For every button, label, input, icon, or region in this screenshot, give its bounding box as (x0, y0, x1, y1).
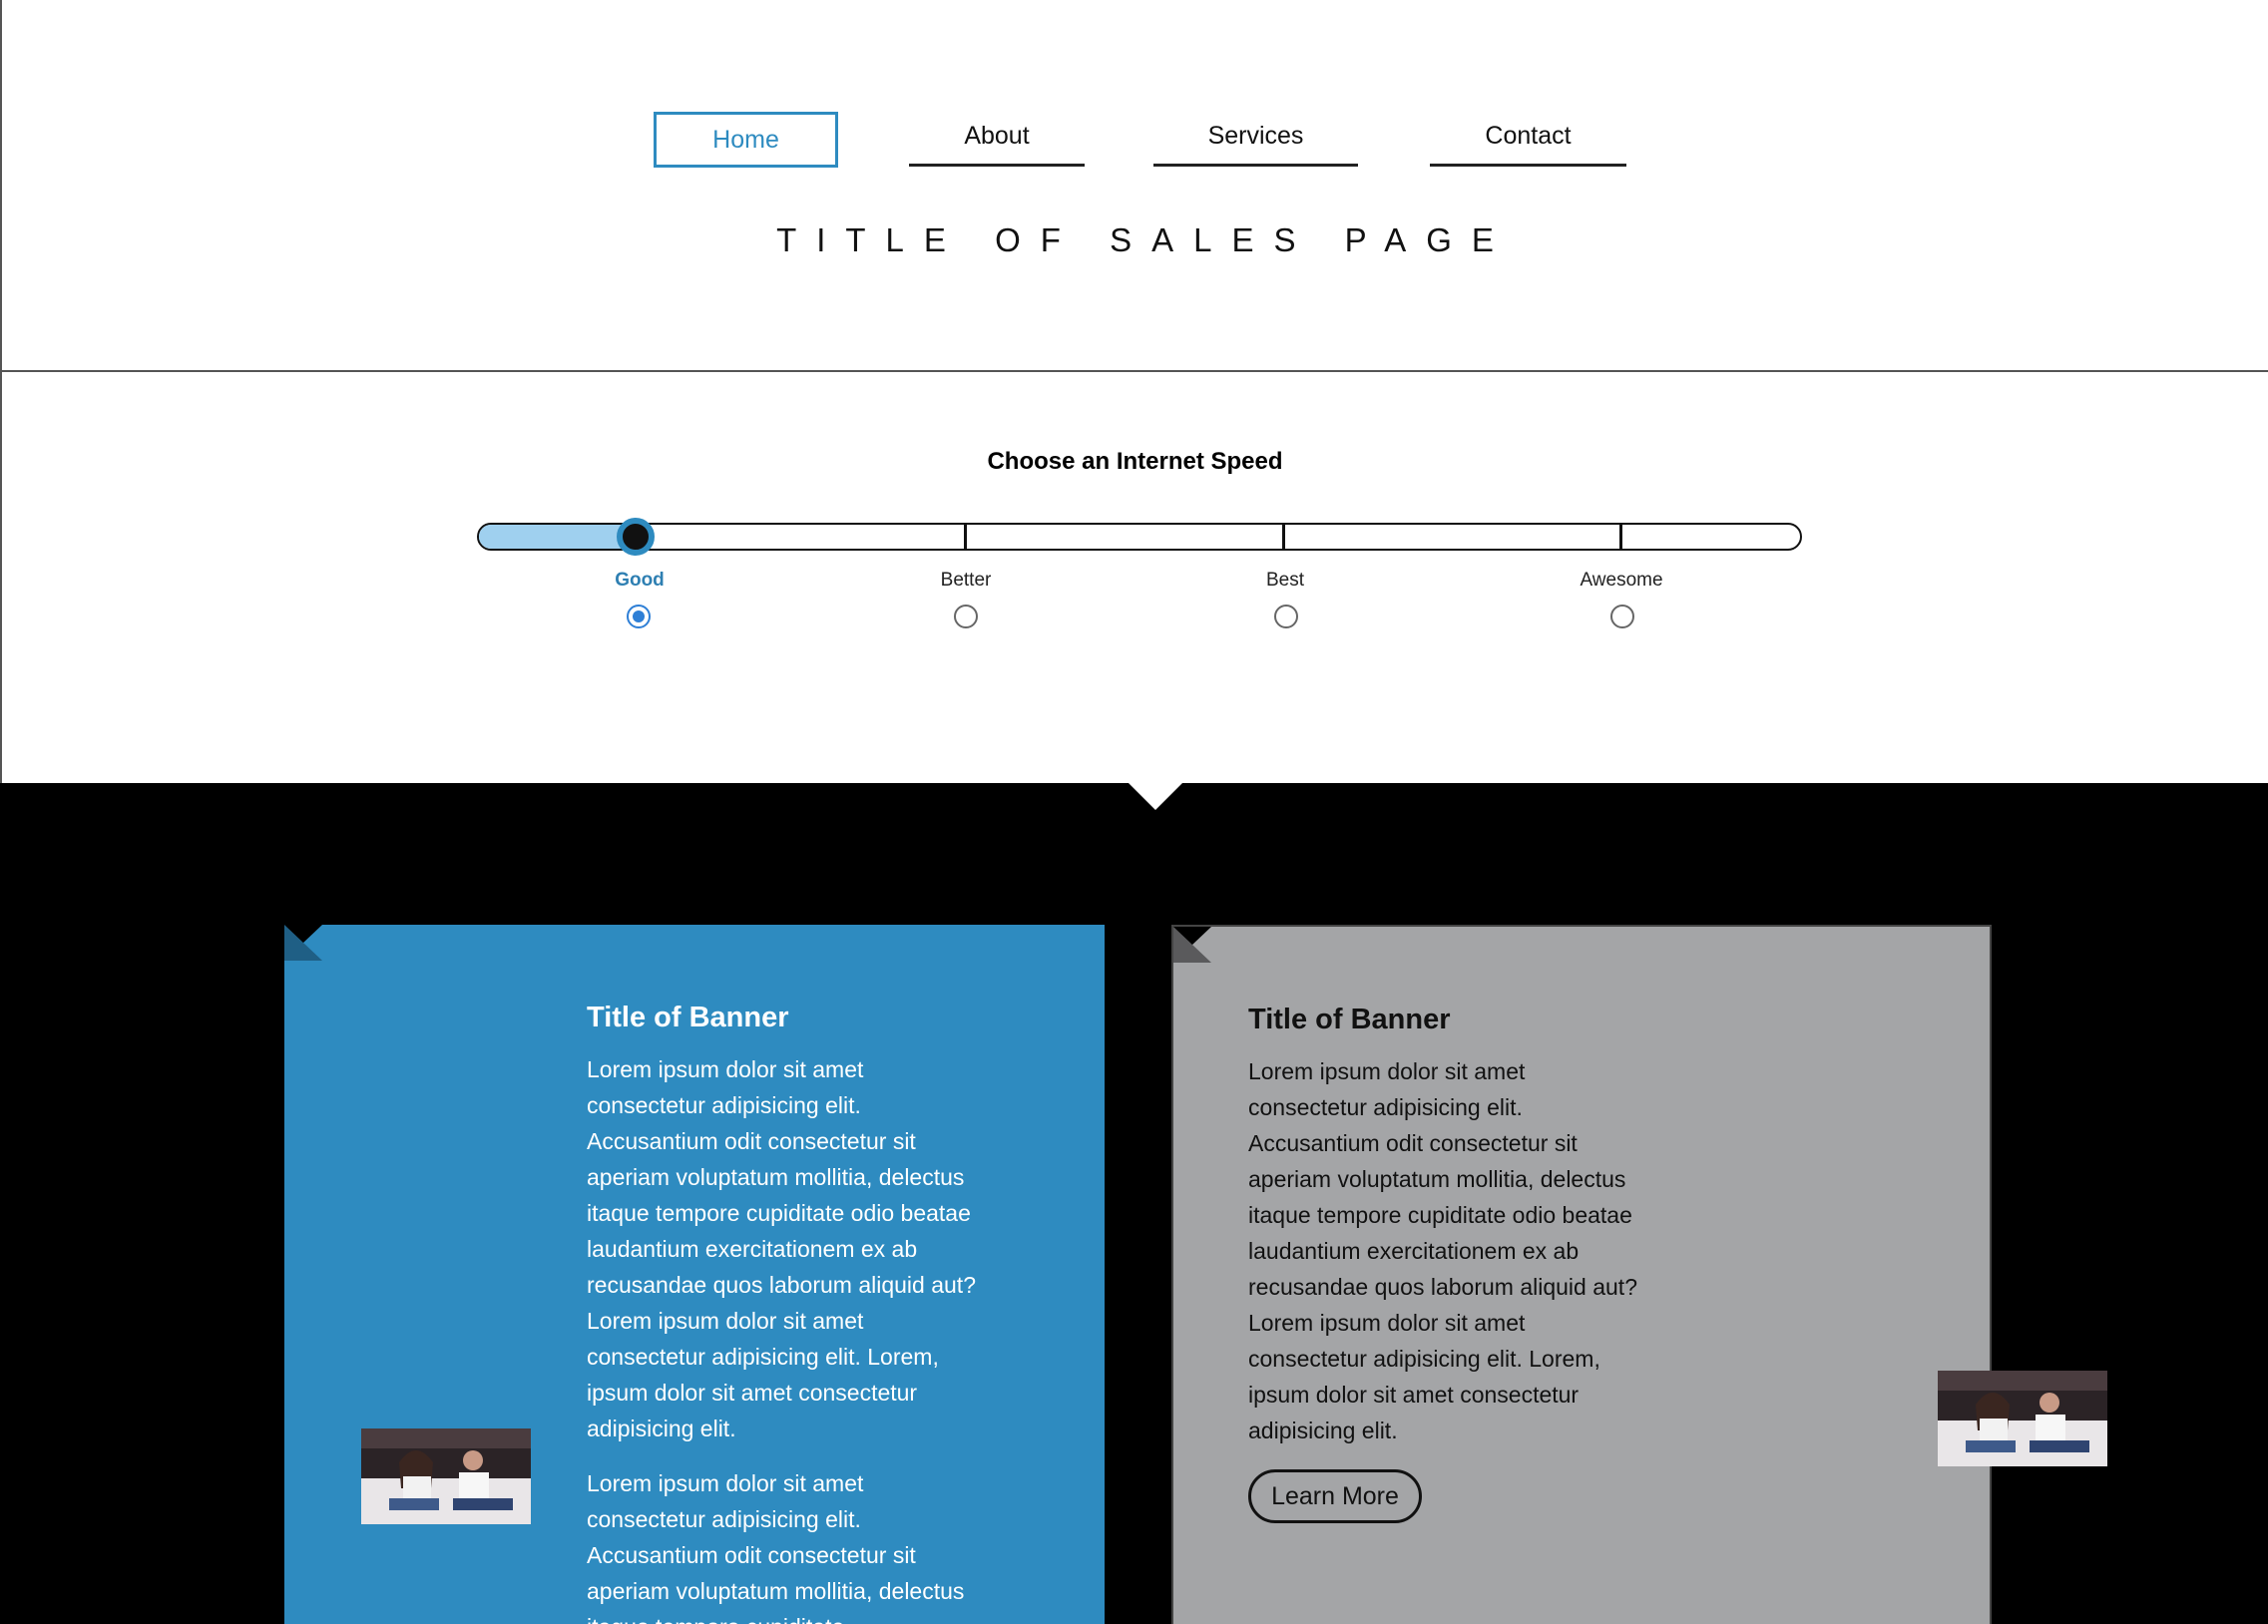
speed-label-good: Good (615, 570, 665, 591)
learn-more-button[interactable]: Learn More (1248, 1469, 1422, 1523)
banner-title: Title of Banner (1248, 1004, 1451, 1035)
banner-section: Title of Banner Lorem ipsum dolor sit am… (0, 783, 2268, 1624)
speed-slider-track[interactable] (477, 523, 1802, 551)
speed-label-best: Best (1265, 570, 1305, 591)
main-nav: Home About Services Contact (2, 111, 2268, 171)
speed-selector: Choose an Internet Speed Good Better Bes… (0, 372, 2268, 783)
banner-photo (361, 1428, 531, 1524)
banner-card-gray: Title of Banner Lorem ipsum dolor sit am… (1171, 925, 1992, 1624)
nav-about[interactable]: About (909, 113, 1085, 167)
banner-text: Lorem ipsum dolor sit amet consectetur a… (587, 1056, 976, 1441)
banner-text: Lorem ipsum dolor sit amet consectetur a… (1248, 1058, 1637, 1443)
speed-radio-good[interactable] (627, 605, 651, 628)
speed-slider-fill (479, 525, 639, 549)
speed-radio-best[interactable] (1274, 605, 1298, 628)
speed-label-awesome: Awesome (1580, 570, 1663, 591)
card-corner-fold (1173, 927, 1211, 963)
nav-contact[interactable]: Contact (1430, 113, 1626, 167)
card-corner-fold (284, 925, 322, 961)
speed-slider-thumb[interactable] (617, 518, 655, 556)
page-title: TITLE OF SALES PAGE (776, 221, 1514, 258)
banner-text-2: Lorem ipsum dolor sit amet consectetur a… (587, 1470, 965, 1624)
slider-tick (1619, 523, 1622, 551)
banner-title: Title of Banner (587, 1002, 789, 1033)
page-header: Home About Services Contact TITLE OF SAL… (0, 0, 2268, 372)
speed-label-better: Better (940, 570, 992, 591)
slider-tick (1282, 523, 1285, 551)
speed-radio-awesome[interactable] (1610, 605, 1634, 628)
nav-services[interactable]: Services (1153, 113, 1358, 167)
banner-photo (1938, 1371, 2107, 1466)
slider-tick (964, 523, 967, 551)
nav-home[interactable]: Home (654, 112, 838, 168)
banner-card-blue: Title of Banner Lorem ipsum dolor sit am… (284, 925, 1105, 1624)
speed-heading: Choose an Internet Speed (987, 448, 1283, 475)
speed-radio-better[interactable] (954, 605, 978, 628)
section-pointer (1129, 783, 1182, 810)
